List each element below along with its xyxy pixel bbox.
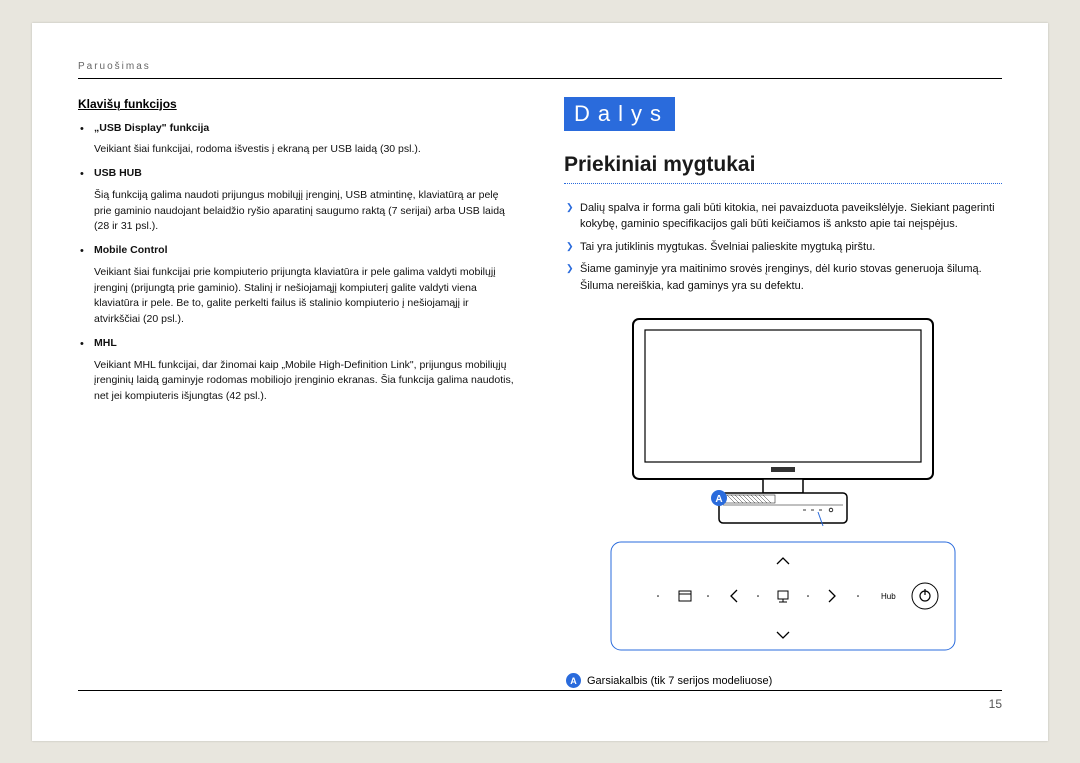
control-panel-illustration: Hub — [603, 538, 963, 658]
item-desc: Šią funkciją galima naudoti prijungus mo… — [94, 188, 516, 235]
legend-marker-a: A — [566, 673, 581, 688]
item-desc: Veikiant šiai funkcijai, rodoma išvestis… — [94, 142, 516, 158]
note-item: Šiame gaminyje yra maitinimo srovės įren… — [566, 261, 1002, 294]
bullet-icon: • — [80, 336, 94, 405]
list-item: • „USB Display" funkcija Veikiant šiai f… — [80, 121, 516, 159]
list-item: • MHL Veikiant MHL funkcijai, dar žinoma… — [80, 336, 516, 405]
two-column-layout: Klavišų funkcijos • „USB Display" funkci… — [78, 97, 1002, 689]
list-item: • Mobile Control Veikiant šiai funkcijai… — [80, 243, 516, 328]
bullet-icon: • — [80, 243, 94, 328]
item-desc: Veikiant šiai funkcijai prie kompiuterio… — [94, 265, 516, 328]
list-item: • USB HUB Šią funkciją galima naudoti pr… — [80, 166, 516, 235]
item-label: „USB Display" funkcija — [94, 121, 516, 137]
bullet-icon: • — [80, 121, 94, 159]
monitor-illustration: A — [603, 314, 963, 529]
item-desc: Veikiant MHL funkcijai, dar žinomai kaip… — [94, 358, 516, 405]
bullet-icon: • — [80, 166, 94, 235]
illustration-area: A — [564, 314, 1002, 688]
item-label: USB HUB — [94, 166, 516, 182]
svg-text:A: A — [715, 494, 722, 505]
legend-row: A Garsiakalbis (tik 7 serijos modeliuose… — [564, 673, 1002, 688]
chapter-title: Dalys — [564, 97, 675, 131]
page-number: 15 — [78, 690, 1002, 711]
note-item: Dalių spalva ir forma gali būti kitokia,… — [566, 200, 1002, 233]
left-column: Klavišų funkcijos • „USB Display" funkci… — [78, 97, 516, 689]
left-section-title: Klavišų funkcijos — [78, 97, 516, 111]
right-column: Dalys Priekiniai mygtukai Dalių spalva i… — [564, 97, 1002, 689]
note-item: Tai yra jutiklinis mygtukas. Švelniai pa… — [566, 239, 1002, 256]
page-header: Paruošimas — [78, 61, 1002, 79]
hub-label: Hub — [881, 592, 896, 601]
section-title: Priekiniai mygtukai — [564, 153, 1002, 184]
notes-list: Dalių spalva ir forma gali būti kitokia,… — [564, 200, 1002, 295]
item-label: Mobile Control — [94, 243, 516, 259]
item-label: MHL — [94, 336, 516, 352]
left-feature-list: • „USB Display" funkcija Veikiant šiai f… — [78, 121, 516, 405]
page: Paruošimas Klavišų funkcijos • „USB Disp… — [32, 23, 1048, 741]
legend-text: Garsiakalbis (tik 7 serijos modeliuose) — [587, 675, 772, 687]
